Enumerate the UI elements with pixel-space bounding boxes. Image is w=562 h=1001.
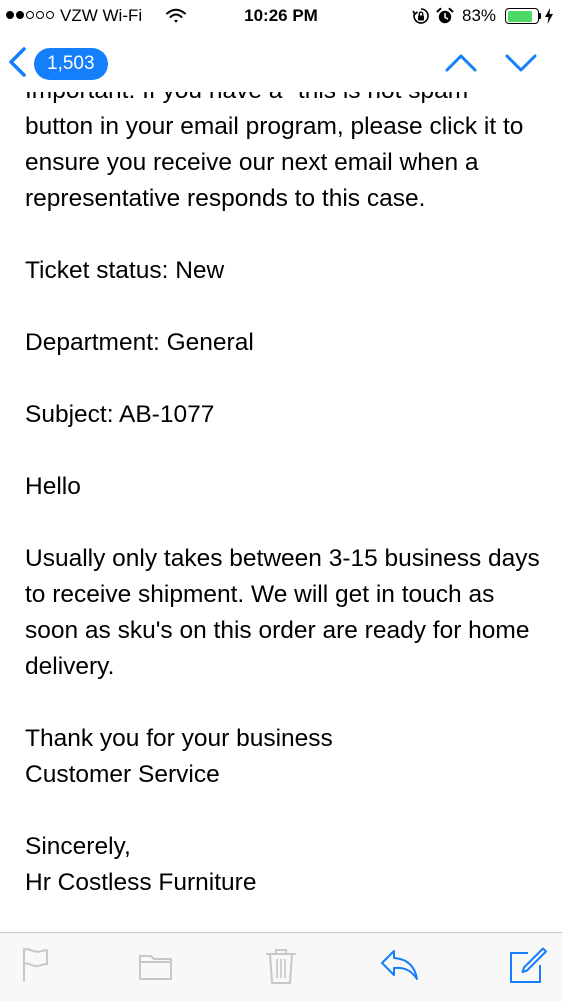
bottom-toolbar <box>0 932 562 1001</box>
next-message-button[interactable] <box>504 50 538 81</box>
chevron-up-icon <box>444 54 478 80</box>
message-paragraph: Ticket status: New <box>25 257 225 284</box>
message-paragraph: Subject: AB-1077 <box>25 401 215 428</box>
back-button[interactable]: 1,503 <box>8 44 108 84</box>
message-paragraph: Thank you for your business Customer Ser… <box>25 725 333 788</box>
charging-bolt-icon <box>544 8 554 29</box>
compose-icon <box>508 947 548 989</box>
message-paragraph: Department: General <box>25 329 254 356</box>
status-bar: VZW Wi-Fi 10:26 PM 83% <box>0 0 562 34</box>
trash-button[interactable] <box>265 947 297 990</box>
reply-button[interactable] <box>380 947 420 988</box>
previous-message-button[interactable] <box>444 50 478 81</box>
navigation-bar: 1,503 <box>0 34 562 92</box>
trash-icon <box>265 949 297 989</box>
unread-count-badge: 1,503 <box>34 48 108 80</box>
battery-tip <box>539 13 541 19</box>
rotation-lock-icon <box>412 7 430 30</box>
move-to-folder-button[interactable] <box>138 947 174 988</box>
chevron-down-icon <box>504 54 538 80</box>
chevron-left-icon <box>8 46 28 82</box>
message-body[interactable]: Important: If you have a "this is not sp… <box>0 92 562 932</box>
battery-icon <box>505 8 539 24</box>
message-paragraph: Sincerely, Hr Costless Furniture <box>25 833 257 896</box>
flag-button[interactable] <box>20 947 52 988</box>
folder-icon <box>138 955 174 987</box>
reply-icon <box>380 950 420 987</box>
flag-icon <box>20 948 52 987</box>
battery-level-fill <box>507 10 532 22</box>
compose-button[interactable] <box>508 947 548 990</box>
message-paragraph: Hello <box>25 473 81 500</box>
alarm-icon <box>436 7 454 30</box>
message-paragraph: Important: If you have a "this is not sp… <box>25 92 524 212</box>
battery-percent: 83% <box>462 6 497 25</box>
message-content: Important: If you have a "this is not sp… <box>25 92 545 932</box>
message-paragraph: Usually only takes between 3-15 business… <box>25 545 540 680</box>
